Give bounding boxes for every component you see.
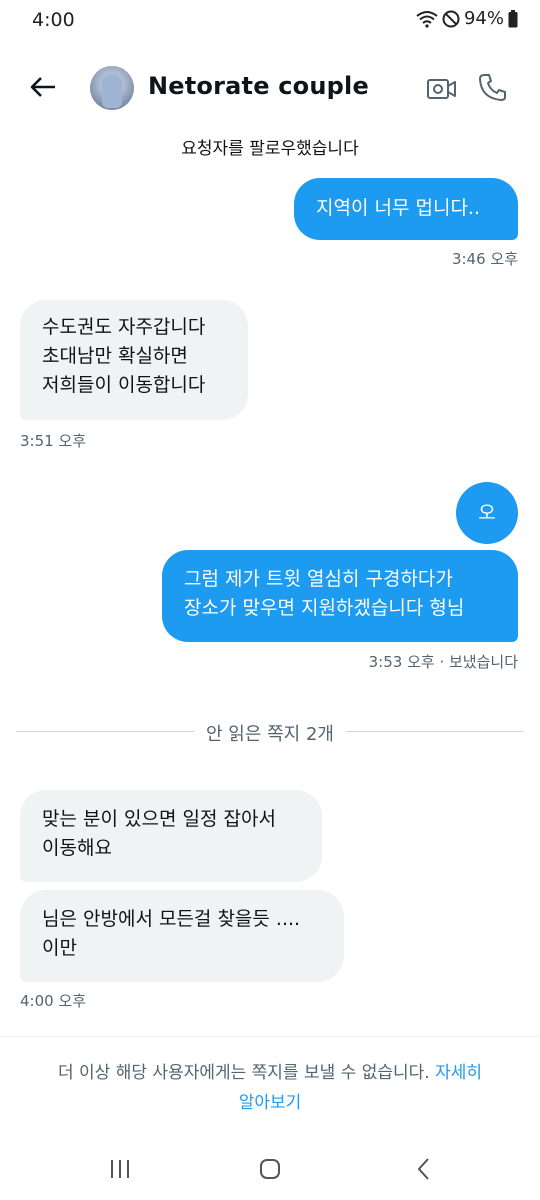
footer-divider [0, 1036, 540, 1037]
cannot-message-notice: 더 이상 해당 사용자에게는 쪽지를 보낼 수 없습니다. 자세히 알아보기 [20, 1058, 520, 1118]
system-message: 요청자를 팔로우했습니다 [181, 139, 359, 159]
unread-divider-label: 안 읽은 쪽지 2개 [194, 724, 346, 745]
wifi-icon [416, 10, 438, 28]
message-timestamp: 3:51 오후 [20, 432, 87, 450]
message-bubble[interactable]: 그럼 제가 트윗 열심히 구경하다가 장소가 맞우면 지원하겠습니다 형님 [162, 550, 518, 642]
message-line: 님은 안방에서 모든걸 찾을듯 .... [42, 908, 301, 930]
message-bubble[interactable]: 맞는 분이 있으면 일정 잡아서 이동해요 [20, 790, 322, 882]
battery-level: 94% [463, 8, 504, 29]
home-icon [258, 1157, 282, 1185]
message-timestamp: 3:53 오후 · 보냈습니다 [368, 653, 518, 671]
message-bubble[interactable]: 수도권도 자주갑니다 초대남만 확실하면 저희들이 이동합니다 [20, 300, 248, 420]
battery-icon [508, 9, 518, 28]
nav-back-button[interactable] [404, 1154, 444, 1188]
video-call-icon [424, 79, 458, 110]
message-line: 오 [478, 501, 496, 524]
status-icons: 94% [416, 8, 518, 29]
back-arrow-icon [29, 75, 57, 103]
message-line: 이동해요 [42, 837, 112, 859]
message-timestamp: 4:00 오후 [20, 992, 87, 1010]
phone-icon [476, 74, 510, 108]
message-line: 맞는 분이 있으면 일정 잡아서 [42, 808, 276, 830]
message-line: 장소가 맞우면 지원하겠습니다 형님 [184, 597, 465, 619]
message-line: 수도권도 자주갑니다 [42, 316, 206, 338]
message-line: 이만 [42, 937, 77, 959]
recent-apps-button[interactable] [100, 1154, 140, 1188]
message-line: 지역이 너무 멉니다.. [316, 197, 480, 219]
status-time: 4:00 [32, 9, 75, 31]
conversation-title[interactable]: Netorate couple [148, 72, 369, 100]
nav-back-icon [414, 1157, 434, 1185]
message-line: 그럼 제가 트윗 열심히 구경하다가 [184, 568, 453, 590]
system-nav-bar [0, 1138, 540, 1200]
home-button[interactable] [250, 1154, 290, 1188]
message-timestamp: 3:46 오후 [451, 250, 518, 268]
video-call-button[interactable] [424, 72, 458, 106]
message-line: 저희들이 이동합니다 [42, 374, 206, 396]
avatar[interactable] [90, 66, 134, 110]
message-line: 초대남만 확실하면 [42, 345, 188, 367]
notice-text: 더 이상 해당 사용자에게는 쪽지를 보낼 수 없습니다. [58, 1063, 430, 1083]
back-button[interactable] [26, 72, 60, 106]
message-bubble[interactable]: 오 [456, 482, 518, 544]
do-not-disturb-icon [442, 10, 460, 28]
recent-apps-icon [108, 1158, 132, 1184]
message-bubble[interactable]: 님은 안방에서 모든걸 찾을듯 .... 이만 [20, 890, 344, 982]
conversation-header: Netorate couple [0, 58, 540, 118]
message-bubble[interactable]: 지역이 너무 멉니다.. [294, 178, 518, 240]
voice-call-button[interactable] [476, 70, 510, 104]
status-bar: 4:00 94% [0, 0, 540, 40]
unread-divider: 안 읽은 쪽지 2개 [16, 720, 524, 745]
